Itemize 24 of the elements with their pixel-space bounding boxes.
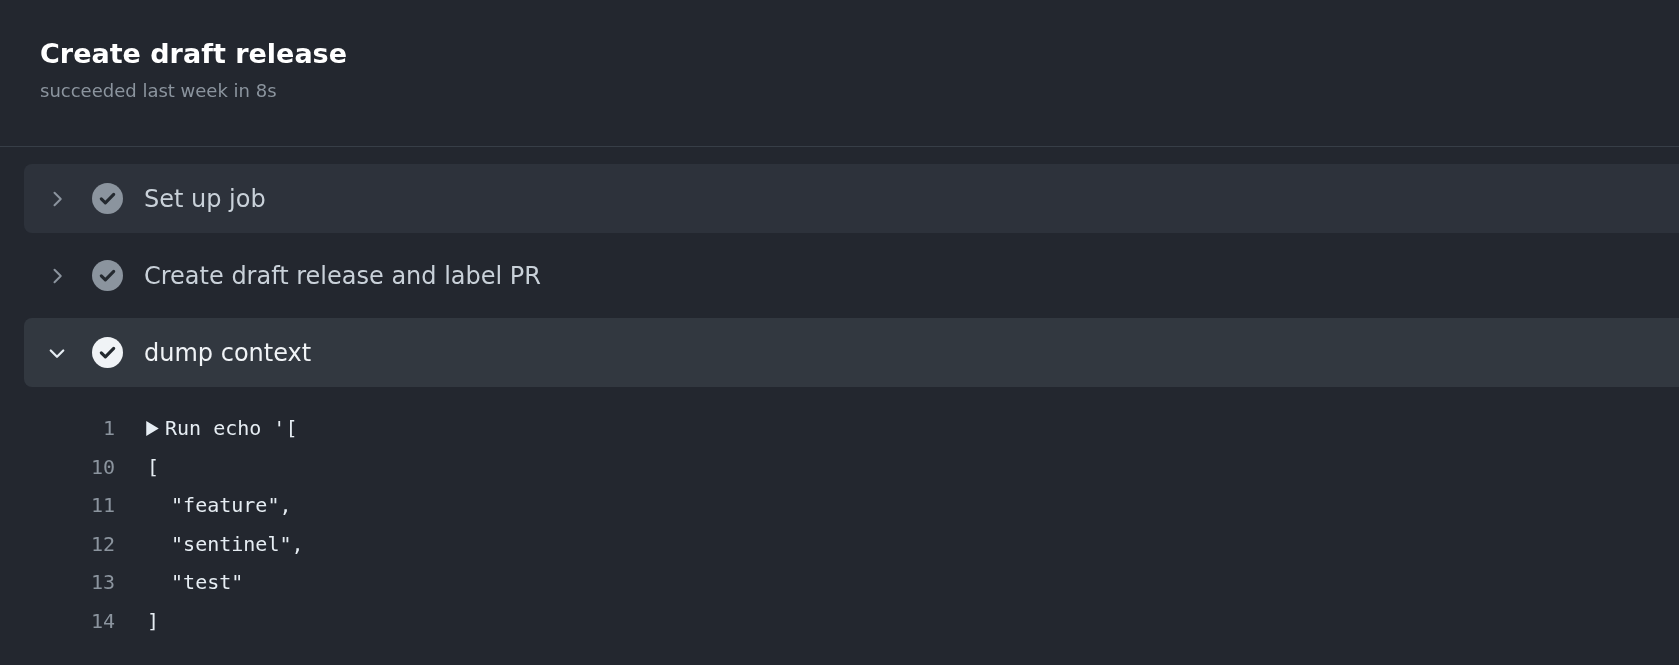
line-number: 11 [89,493,115,518]
step-row[interactable]: dump context [24,318,1679,387]
check-circle-icon [92,337,123,368]
log-text: "sentinel", [170,531,304,556]
log-text: "test" [170,570,244,595]
line-number: 12 [89,531,115,556]
job-title: Create draft release [40,37,348,71]
step-name: Set up job [144,184,266,213]
log-text: ] [147,608,160,633]
log-text: "feature", [170,493,292,518]
expand-triangle-icon[interactable] [146,420,159,436]
check-circle-icon [92,183,123,214]
step-name: Create draft release and label PR [144,261,541,290]
line-number: 13 [89,570,115,595]
line-number: 10 [89,454,115,479]
line-number: 1 [101,416,115,441]
check-circle-icon [92,260,123,291]
job-status: succeeded last week in 8s [40,79,278,103]
step-name: dump context [144,338,312,367]
line-number: 14 [89,608,115,633]
step-row[interactable]: Set up job [24,164,1679,233]
step-row[interactable]: Create draft release and label PR [24,241,1679,310]
log-text: Run echo '[ [165,416,298,441]
log-text: [ [147,454,160,479]
